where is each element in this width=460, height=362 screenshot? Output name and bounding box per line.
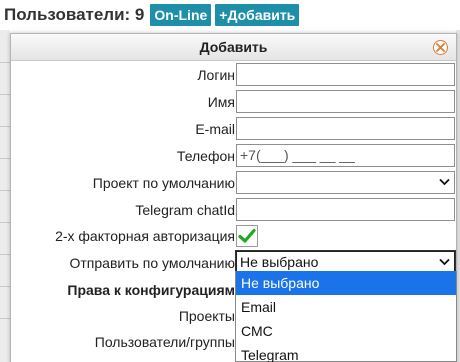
row-twofa: 2-х факторная авторизация bbox=[11, 224, 458, 248]
background-row-line bbox=[0, 158, 10, 159]
project-label: Проект по умолчанию bbox=[92, 175, 235, 191]
phone-input[interactable]: +7(___) ___ __ __ bbox=[236, 144, 455, 167]
twofa-label: 2-х факторная авторизация bbox=[55, 228, 235, 244]
background-row-line bbox=[0, 222, 10, 223]
name-input[interactable] bbox=[236, 90, 455, 113]
dropdown-option-sms[interactable]: СМС bbox=[236, 319, 456, 343]
phone-label: Телефон bbox=[176, 148, 235, 164]
dialog-title: Добавить bbox=[199, 39, 268, 55]
rights-header: Права к конфигурациям bbox=[67, 282, 235, 298]
row-project: Проект по умолчанию bbox=[11, 171, 458, 195]
page-title: Пользователи: 9 bbox=[4, 5, 145, 24]
background-row-line bbox=[0, 62, 10, 63]
dropdown-option-email[interactable]: Email bbox=[236, 295, 456, 319]
login-label: Логин bbox=[197, 67, 235, 83]
dialog-titlebar: Добавить bbox=[11, 34, 456, 61]
background-row-line bbox=[0, 94, 10, 95]
online-button[interactable]: On-Line bbox=[150, 4, 212, 26]
telegram-input[interactable] bbox=[236, 198, 455, 221]
chevron-down-icon bbox=[439, 258, 450, 266]
projects-label: Проекты bbox=[178, 308, 235, 324]
row-telegram: Telegram chatId bbox=[11, 198, 458, 222]
email-label: E-mail bbox=[195, 121, 235, 137]
background-row-line bbox=[0, 254, 10, 255]
checkmark-icon bbox=[238, 228, 256, 243]
telegram-label: Telegram chatId bbox=[135, 202, 235, 218]
users-groups-label: Пользователи/группы bbox=[94, 334, 235, 350]
chevron-down-icon bbox=[439, 178, 450, 186]
project-select[interactable] bbox=[236, 171, 455, 194]
background-row-line bbox=[0, 190, 10, 191]
row-login: Логин bbox=[11, 63, 458, 87]
send-select-value: Не выбрано bbox=[240, 254, 319, 270]
name-label: Имя bbox=[207, 94, 235, 110]
dropdown-option-telegram[interactable]: Telegram bbox=[236, 343, 456, 362]
login-input[interactable] bbox=[236, 63, 455, 86]
dropdown-option-none[interactable]: Не выбрано bbox=[236, 271, 456, 295]
background-row-line bbox=[0, 126, 10, 127]
row-phone: Телефон +7(___) ___ __ __ bbox=[11, 144, 458, 168]
close-icon[interactable] bbox=[433, 40, 448, 55]
send-dropdown-list: Не выбрано Email СМС Telegram bbox=[235, 271, 457, 362]
add-button[interactable]: +Добавить bbox=[215, 4, 300, 26]
row-email: E-mail bbox=[11, 117, 458, 141]
twofa-checkbox[interactable] bbox=[236, 225, 258, 247]
email-input[interactable] bbox=[236, 117, 455, 140]
page-header: Пользователи: 9 On-Line +Добавить bbox=[0, 0, 460, 30]
send-label: Отправить по умолчанию bbox=[69, 255, 235, 271]
background-row-line bbox=[0, 286, 10, 287]
background-row-line bbox=[0, 318, 10, 319]
row-name: Имя bbox=[11, 90, 458, 114]
background-table-edge bbox=[0, 30, 10, 362]
